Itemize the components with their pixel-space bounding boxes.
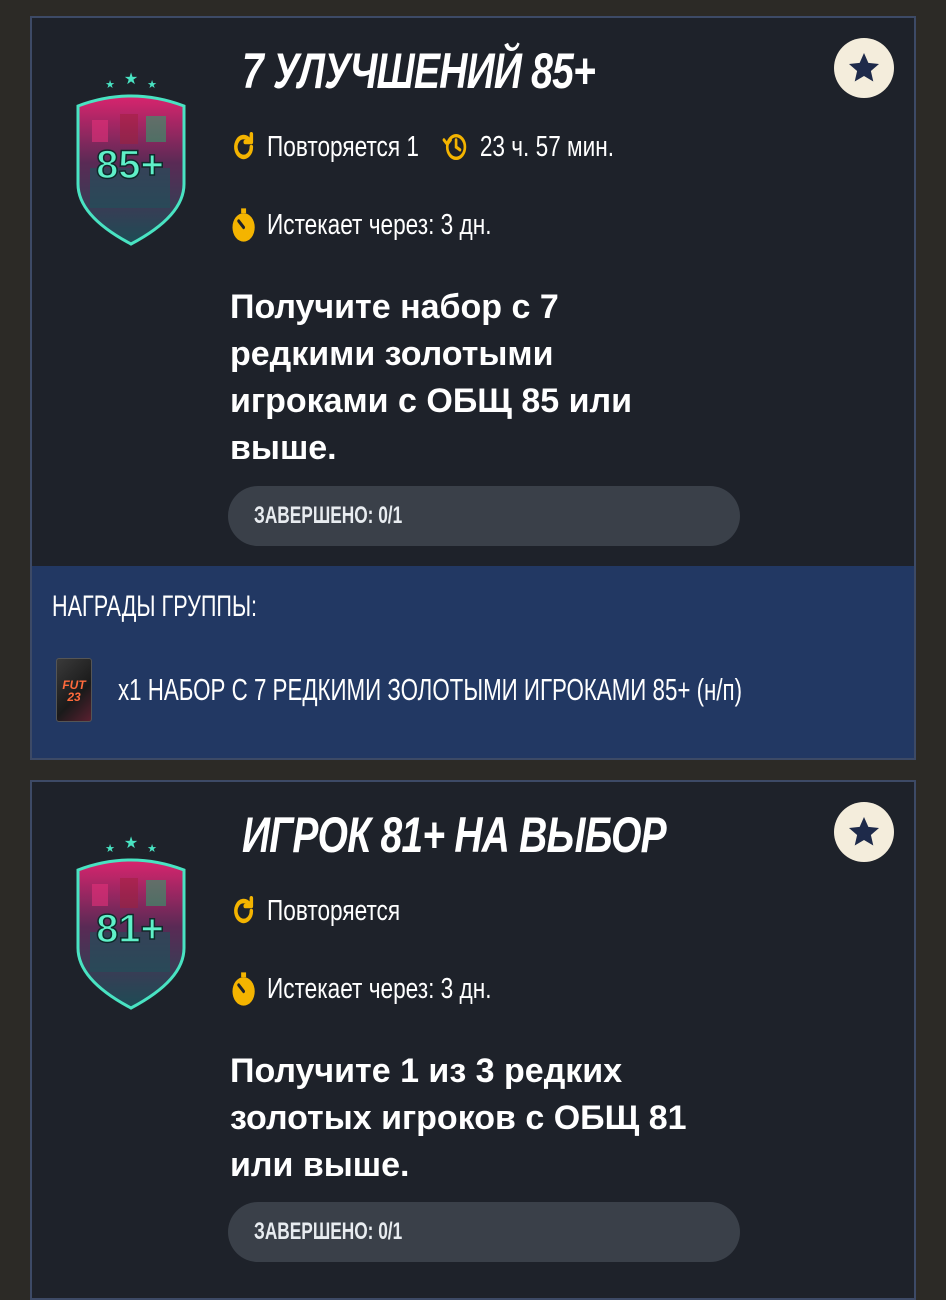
star-icon [849, 817, 879, 846]
svg-text:85+: 85+ [96, 143, 164, 187]
svg-text:81+: 81+ [96, 907, 164, 951]
objective-description: Получите набор с 7 редкими золотыми игро… [230, 288, 633, 467]
repeat-text: Повторяется 1 [267, 130, 419, 163]
favorite-button[interactable] [834, 802, 894, 862]
progress-pill: ЗАВЕРШЕНО: 0/1 [228, 1202, 740, 1262]
badge-shield-icon: ★ ★ ★ 85+ [76, 71, 186, 246]
reward-item[interactable]: FUT 23 x1 НАБОР С 7 РЕДКИМИ ЗОЛОТЫМИ ИГР… [56, 658, 946, 722]
refresh-icon [228, 894, 259, 928]
svg-text:★: ★ [147, 79, 157, 91]
svg-text:★: ★ [147, 843, 157, 855]
expiry-info: Истекает через: 3 дн. [228, 970, 492, 1008]
svg-text:★: ★ [124, 835, 138, 852]
repeat-info: Повторяется 1 23 ч. 57 мин. [228, 130, 614, 164]
expiry-text: Истекает через: 3 дн. [267, 208, 492, 241]
svg-text:★: ★ [105, 79, 115, 91]
objective-card[interactable]: ★ ★ ★ 81+ ИГРОК 81+ НА ВЫБОР Повторяется… [30, 780, 916, 1300]
clock-history-icon [438, 130, 472, 164]
cooldown-text: 23 ч. 57 мин. [479, 130, 615, 163]
objective-badge: ★ ★ ★ 81+ [70, 832, 192, 1012]
pack-icon: FUT 23 [56, 658, 92, 722]
badge-shield-icon: ★ ★ ★ 81+ [76, 835, 186, 1010]
expiry-text: Истекает через: 3 дн. [267, 972, 492, 1005]
favorite-button[interactable] [834, 38, 894, 98]
progress-text: ЗАВЕРШЕНО: 0/1 [254, 1218, 403, 1245]
reward-label: x1 НАБОР С 7 РЕДКИМИ ЗОЛОТЫМИ ИГРОКАМИ 8… [118, 672, 743, 707]
repeat-info: Повторяется [228, 894, 400, 928]
rewards-title: НАГРАДЫ ГРУППЫ: [52, 590, 258, 623]
stopwatch-icon [228, 970, 259, 1008]
svg-text:★: ★ [105, 843, 115, 855]
svg-text:★: ★ [124, 71, 138, 88]
star-icon [849, 53, 879, 82]
stopwatch-icon [228, 206, 259, 244]
objective-description: Получите 1 из 3 редких золотых игроков с… [230, 1052, 687, 1184]
repeat-text: Повторяется [267, 894, 401, 927]
progress-pill: ЗАВЕРШЕНО: 0/1 [228, 486, 740, 546]
progress-text: ЗАВЕРШЕНО: 0/1 [254, 502, 403, 529]
group-rewards: НАГРАДЫ ГРУППЫ: FUT 23 x1 НАБОР С 7 РЕДК… [32, 566, 914, 758]
objective-title: ИГРОК 81+ НА ВЫБОР [242, 807, 667, 863]
objective-title: 7 УЛУЧШЕНИЙ 85+ [242, 43, 596, 99]
objective-badge: ★ ★ ★ 85+ [70, 68, 192, 248]
expiry-info: Истекает через: 3 дн. [228, 206, 492, 244]
objective-card[interactable]: ★ ★ ★ 85+ 7 УЛУЧШЕНИЙ 85+ Повторяется 1 … [30, 16, 916, 760]
refresh-icon [228, 130, 259, 164]
